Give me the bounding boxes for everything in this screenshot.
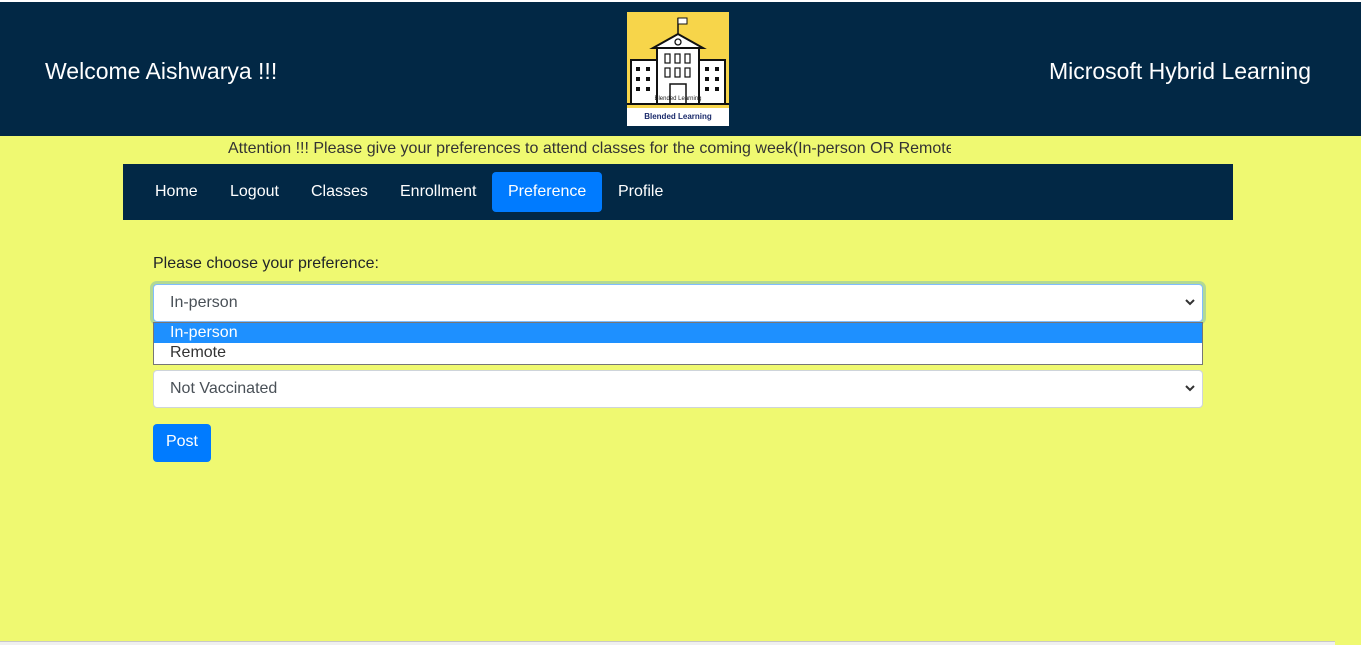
preference-select[interactable]: In-person xyxy=(153,284,1203,322)
nav-home[interactable]: Home xyxy=(139,172,214,212)
option-in-person[interactable]: In-person xyxy=(154,323,1202,343)
nav-preference[interactable]: Preference xyxy=(492,172,602,212)
nav-profile[interactable]: Profile xyxy=(602,172,679,212)
chevron-down-icon xyxy=(1185,299,1195,306)
nav-enrollment[interactable]: Enrollment xyxy=(384,172,492,212)
preference-prompt-label: Please choose your preference: xyxy=(153,255,379,272)
post-button[interactable]: Post xyxy=(153,424,211,462)
site-header: Welcome Aishwarya !!! Blended Learning B… xyxy=(0,2,1361,136)
logo-caption-small: Blended Learning xyxy=(654,96,702,102)
preference-dropdown-list: In-person Remote xyxy=(153,322,1203,365)
announcement-marquee: Attention !!! Please give your preferenc… xyxy=(228,140,951,157)
option-remote[interactable]: Remote xyxy=(154,343,1202,363)
vaccination-select[interactable]: Not Vaccinated xyxy=(153,370,1203,408)
nav-classes[interactable]: Classes xyxy=(295,172,384,212)
welcome-text: Welcome Aishwarya !!! xyxy=(45,58,278,84)
school-building-icon xyxy=(627,12,729,108)
horizontal-scrollbar[interactable] xyxy=(0,641,1335,645)
blended-learning-logo: Blended Learning Blended Learning xyxy=(627,12,729,126)
chevron-down-icon xyxy=(1185,385,1195,392)
vaccination-select-value: Not Vaccinated xyxy=(170,380,278,397)
brand-title: Microsoft Hybrid Learning xyxy=(1048,58,1311,84)
main-navbar: Home Logout Classes Enrollment Preferenc… xyxy=(123,164,1233,220)
nav-logout[interactable]: Logout xyxy=(214,172,295,212)
preference-select-value: In-person xyxy=(170,294,238,311)
logo-caption: Blended Learning xyxy=(627,108,729,126)
